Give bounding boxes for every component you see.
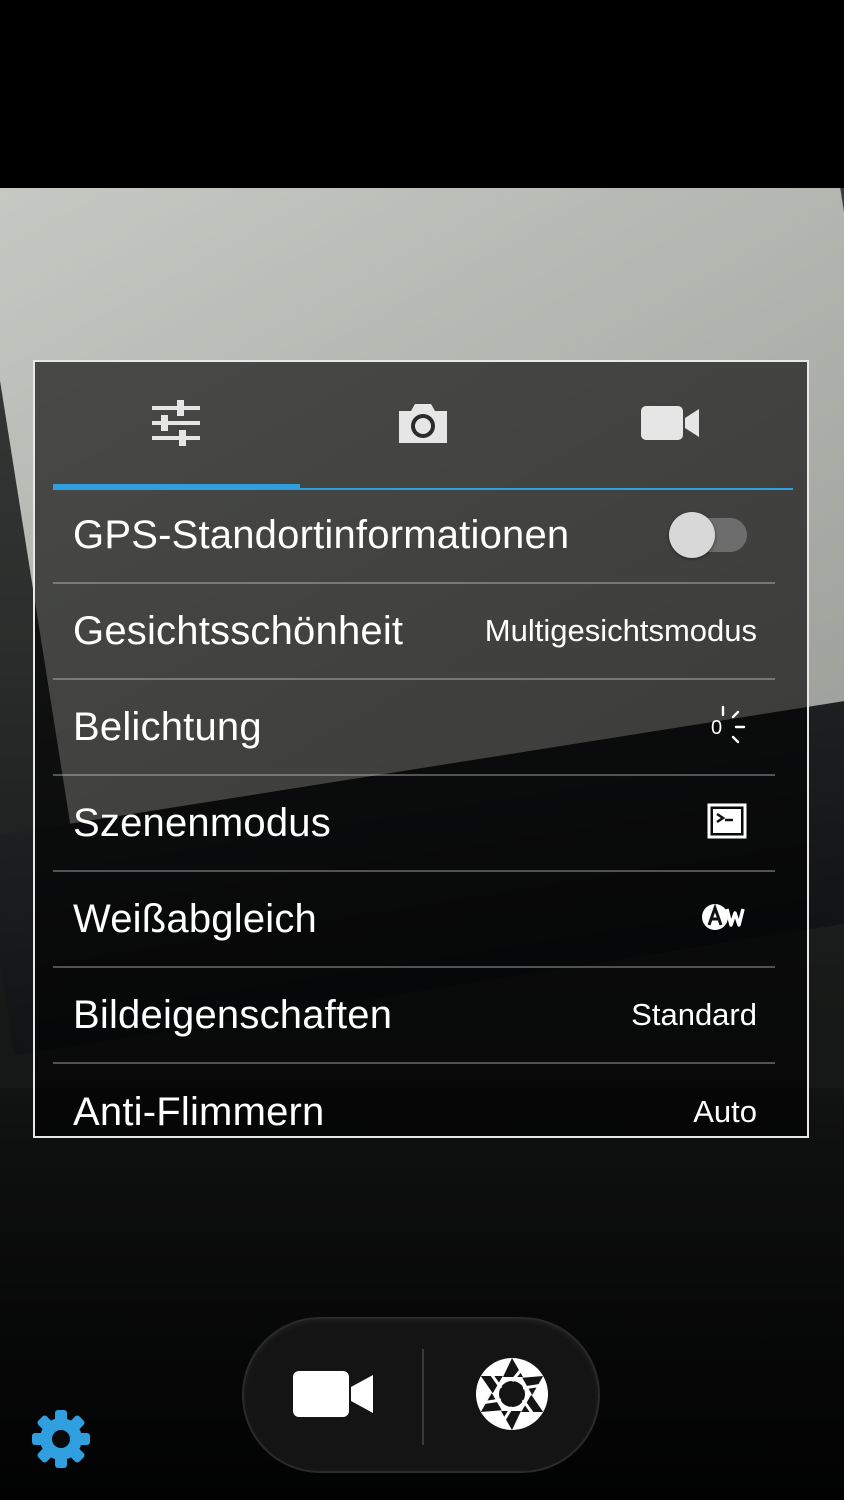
scene-mode-icon [707, 803, 747, 844]
settings-tabs [53, 362, 793, 490]
setting-label: GPS-Standortinformationen [73, 512, 570, 557]
setting-scene-mode[interactable]: Szenenmodus [53, 776, 775, 872]
tab-video[interactable] [546, 362, 793, 488]
setting-white-balance[interactable]: Weißabgleich [53, 872, 775, 968]
camera-settings-panel: GPS-Standortinformationen Gesichtsschönh… [33, 360, 809, 1138]
exposure-value: 0 [711, 717, 723, 739]
setting-gps[interactable]: GPS-Standortinformationen [53, 488, 775, 584]
settings-list: GPS-Standortinformationen Gesichtsschönh… [53, 488, 775, 1136]
exposure-icon: 0 [711, 705, 751, 749]
setting-label: Gesichtsschönheit [73, 608, 404, 653]
setting-exposure[interactable]: Belichtung 0 [53, 680, 775, 776]
video-camera-icon [291, 1369, 375, 1424]
shutter-button[interactable] [424, 1319, 600, 1473]
settings-gear-button[interactable] [32, 1410, 90, 1468]
setting-anti-flicker[interactable]: Anti-Flimmern Auto [53, 1064, 775, 1136]
setting-face-beauty[interactable]: Gesichtsschönheit Multigesichtsmodus [53, 584, 775, 680]
gps-toggle[interactable] [669, 512, 747, 558]
auto-white-balance-icon [701, 901, 749, 938]
capture-controls [242, 1317, 600, 1473]
setting-label: Szenenmodus [73, 800, 331, 845]
sliders-icon [150, 398, 202, 453]
setting-value: Multigesichtsmodus [484, 613, 757, 648]
tab-photo[interactable] [300, 362, 547, 488]
camera-icon [395, 401, 451, 450]
setting-label: Anti-Flimmern [73, 1089, 325, 1134]
setting-image-properties[interactable]: Bildeigenschaften Standard [53, 968, 775, 1064]
record-video-button[interactable] [244, 1319, 422, 1473]
setting-value: Auto [693, 1094, 757, 1129]
setting-value: Standard [631, 997, 757, 1032]
shutter-icon [473, 1355, 551, 1438]
toggle-knob [669, 512, 715, 558]
setting-label: Belichtung [73, 704, 262, 749]
video-camera-icon [639, 404, 701, 447]
gear-icon [32, 1410, 90, 1472]
setting-label: Bildeigenschaften [73, 992, 393, 1037]
setting-label: Weißabgleich [73, 896, 318, 941]
tab-general[interactable] [53, 362, 300, 490]
